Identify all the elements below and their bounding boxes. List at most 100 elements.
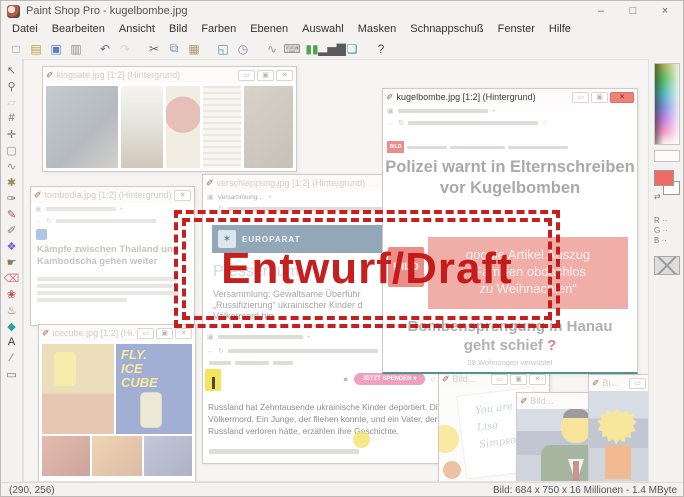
menu-auswahl[interactable]: Auswahl xyxy=(295,21,351,38)
comic-cover: FLY. ICE CUBE xyxy=(116,344,192,434)
news-headline: Kämpfe zwischen Thailand und Kambodscha … xyxy=(31,242,194,270)
child-maximize-button[interactable]: ▣ xyxy=(257,70,274,81)
image-file-icon: ✐ xyxy=(46,70,54,81)
menu-schnappschuss[interactable]: Schnappschuß xyxy=(403,21,490,38)
copy-icon[interactable]: ⧉ xyxy=(164,40,184,58)
zoom-tool-icon[interactable]: ⚲ xyxy=(2,78,22,94)
byline-placeholder xyxy=(209,443,359,461)
bild-logo-small: BILD xyxy=(387,141,404,153)
menu-ebenen[interactable]: Ebenen xyxy=(243,21,295,38)
paste-icon[interactable]: ▦ xyxy=(184,40,204,58)
paint-shop-pro-window: Paint Shop Pro - kugelbombe.jpg – □ × Da… xyxy=(0,0,684,497)
amnesty-logo xyxy=(205,369,221,391)
child-close-button[interactable]: ✕ xyxy=(175,328,192,339)
timer-icon[interactable]: ◷ xyxy=(233,40,253,58)
new-file-icon[interactable]: □ xyxy=(6,40,26,58)
menu-hilfe[interactable]: Hilfe xyxy=(542,21,578,38)
layers-icon[interactable]: ❏ xyxy=(342,40,362,58)
menu-farben[interactable]: Farben xyxy=(194,21,243,38)
image-file-icon: ✐ xyxy=(386,92,394,103)
image-canvas[interactable]: FLY. ICE CUBE xyxy=(39,341,195,481)
image-info: Bild: 684 x 750 x 16 Millionen - 1.4 MBy… xyxy=(493,485,677,496)
child-title-bar[interactable]: ✐ kingsate.jpg [1:2] (Hintergrund) ▭ ▣ ✕ xyxy=(43,67,296,83)
magic-wand-tool-icon[interactable]: ✱ xyxy=(2,174,22,190)
color-picker-gradient[interactable] xyxy=(654,63,680,145)
open-file-icon[interactable]: ▤ xyxy=(26,40,46,58)
cut-icon[interactable]: ✂ xyxy=(144,40,164,58)
donate-button[interactable]: JETZT SPENDEN ♥ xyxy=(354,373,424,385)
chart-icon[interactable]: ▂▅▇ xyxy=(322,40,342,58)
child-title-bar[interactable]: ✐ kugelbombe.jpg [1:2] (Hintergrund) ▭ ▣… xyxy=(383,89,637,105)
image-canvas[interactable] xyxy=(43,83,296,171)
account-icon[interactable]: ● xyxy=(343,374,348,384)
child-minimize-button[interactable]: ▭ xyxy=(572,92,589,103)
child-title-bar[interactable]: ✐ Bi… ▭ xyxy=(589,375,649,391)
selection-tool-icon[interactable]: ▢ xyxy=(2,142,22,158)
undo-icon[interactable]: ↶ xyxy=(95,40,115,58)
dropper-tool-icon[interactable]: ✑ xyxy=(2,190,22,206)
rgb-readout: R ·· G ·· B ·· xyxy=(654,216,680,246)
image-canvas[interactable]: ▣+ ←↻ Kämpfe zwischen Thailand und Kambo… xyxy=(31,203,194,325)
context-help-icon[interactable]: ? xyxy=(371,40,391,58)
child-window-kingsate[interactable]: ✐ kingsate.jpg [1:2] (Hintergrund) ▭ ▣ ✕ xyxy=(42,66,297,172)
menu-fenster[interactable]: Fenster xyxy=(491,21,542,38)
mdi-workspace: ✐ kingsate.jpg [1:2] (Hintergrund) ▭ ▣ ✕ xyxy=(23,59,649,482)
close-button[interactable]: × xyxy=(649,2,681,21)
child-close-button[interactable]: ✕ xyxy=(276,70,293,81)
child-window-tombodia[interactable]: ✐ tombodia.jpg [1:2] (Hintergrund) ✕ ▣+ … xyxy=(30,186,195,326)
minimize-button[interactable]: – xyxy=(585,2,617,21)
line-tool-icon[interactable]: ∕ xyxy=(2,350,22,366)
maximize-button[interactable]: □ xyxy=(617,2,649,21)
child-minimize-button[interactable]: ▭ xyxy=(491,374,508,385)
screen-capture-icon[interactable]: ◱ xyxy=(213,40,233,58)
image-canvas[interactable] xyxy=(589,391,649,482)
clone-brush-tool-icon[interactable]: ✐ xyxy=(2,222,22,238)
image-file-icon: ✐ xyxy=(520,396,528,407)
child-maximize-button[interactable]: ▣ xyxy=(156,328,173,339)
retouch-tool-icon[interactable]: ☛ xyxy=(2,254,22,270)
child-maximize-button[interactable]: ▣ xyxy=(510,374,527,385)
search-icon[interactable]: ○ xyxy=(431,374,436,384)
shape-tool-icon[interactable]: ▭ xyxy=(2,366,22,382)
child-window-title: verschleppung.jpg [1:2] (Hintergrund) xyxy=(217,178,366,188)
menu-bearbeiten[interactable]: Bearbeiten xyxy=(45,21,112,38)
child-minimize-button[interactable]: ▭ xyxy=(238,70,255,81)
title-bar[interactable]: Paint Shop Pro - kugelbombe.jpg – □ × xyxy=(1,1,684,21)
freehand-tool-icon[interactable]: ∿ xyxy=(2,158,22,174)
child-close-button[interactable]: ✕ xyxy=(529,374,546,385)
child-window-icecube[interactable]: ✐ icecube.jpg [1:2] (Hi… ▭ ▣ ✕ FLY. ICE xyxy=(38,324,196,482)
flood-fill-tool-icon[interactable]: ◆ xyxy=(2,318,22,334)
child-close-button[interactable]: ✕ xyxy=(610,92,634,103)
menu-ansicht[interactable]: Ansicht xyxy=(112,21,162,38)
eraser-tool-icon[interactable]: ⌫ xyxy=(2,270,22,286)
curves-icon[interactable]: ∿ xyxy=(262,40,282,58)
image-file-icon: ✐ xyxy=(206,178,214,189)
app-icon xyxy=(7,5,20,18)
menu-datei[interactable]: Datei xyxy=(5,21,45,38)
child-window-lisa[interactable]: ✐ Bi… ▭ xyxy=(588,374,649,482)
menu-masken[interactable]: Masken xyxy=(351,21,404,38)
child-title-bar[interactable]: ✐ tombodia.jpg [1:2] (Hintergrund) ✕ xyxy=(31,187,194,203)
child-minimize-button[interactable]: ▭ xyxy=(629,378,646,389)
airbrush-tool-icon[interactable]: ♨ xyxy=(2,302,22,318)
foreground-color-swatch[interactable] xyxy=(654,170,674,186)
save-icon[interactable]: ▣ xyxy=(46,40,66,58)
picture-tube-tool-icon[interactable]: ❀ xyxy=(2,286,22,302)
text-tool-icon[interactable]: A xyxy=(2,334,22,350)
arrow-tool-icon[interactable]: ↖ xyxy=(2,62,22,78)
transparent-color-box[interactable] xyxy=(654,256,680,275)
mover-tool-icon[interactable]: ✛ xyxy=(2,126,22,142)
swap-colors-icon[interactable]: ⇄ xyxy=(654,192,661,201)
browser-tab-label: Versammlung… xyxy=(218,194,264,201)
child-minimize-button[interactable]: ▭ xyxy=(137,328,154,339)
crop-tool-icon[interactable]: # xyxy=(2,110,22,126)
paintbrush-tool-icon[interactable]: ✎ xyxy=(2,206,22,222)
color-replacer-tool-icon[interactable]: ❖ xyxy=(2,238,22,254)
child-close-button[interactable]: ✕ xyxy=(174,190,191,201)
child-maximize-button[interactable]: ▣ xyxy=(591,92,608,103)
panel-icon[interactable]: ⌨ xyxy=(282,40,302,58)
child-title-bar[interactable]: ✐ icecube.jpg [1:2] (Hi… ▭ ▣ ✕ xyxy=(39,325,195,341)
image-file-icon: ✐ xyxy=(442,374,450,385)
menu-bild[interactable]: Bild xyxy=(162,21,194,38)
print-icon[interactable]: ▥ xyxy=(66,40,86,58)
